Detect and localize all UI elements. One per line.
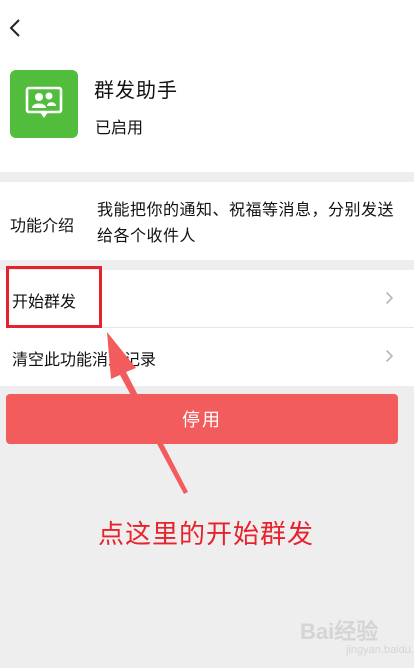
intro-label: 功能介绍: [10, 216, 75, 235]
app-status: 已启用: [95, 118, 144, 137]
intro-panel: 功能介绍 我能把你的通知、祝福等消息，分别发送给各个收件人: [0, 182, 414, 260]
list-item-label: 清空此功能消息记录: [12, 350, 157, 369]
watermark-text: Bai经验: [300, 619, 379, 644]
screen: 群发助手 已启用 功能介绍 我能把你的通知、祝福等消息，分别发送给各个收件人 开…: [0, 0, 414, 668]
app-name: 群发助手: [94, 78, 178, 102]
watermark-sub: jingyan.baidu.com: [346, 644, 414, 656]
chevron-right-icon: [385, 291, 394, 305]
intro-text: 我能把你的通知、祝福等消息，分别发送给各个收件人: [97, 200, 395, 245]
chevron-left-icon: [9, 19, 20, 37]
annotation-text: 点这里的开始群发: [98, 520, 315, 550]
back-button[interactable]: [0, 8, 36, 48]
disable-button[interactable]: 停用: [6, 394, 398, 444]
header-panel: 群发助手 已启用: [0, 0, 414, 172]
clear-history-item[interactable]: 清空此功能消息记录: [0, 328, 414, 386]
baidu-watermark: Bai经验 jingyan.baidu.com: [300, 614, 414, 656]
group-chat-icon: [25, 86, 63, 118]
app-icon: [10, 70, 78, 138]
highlight-box: [6, 266, 102, 328]
chevron-right-icon: [385, 349, 394, 363]
